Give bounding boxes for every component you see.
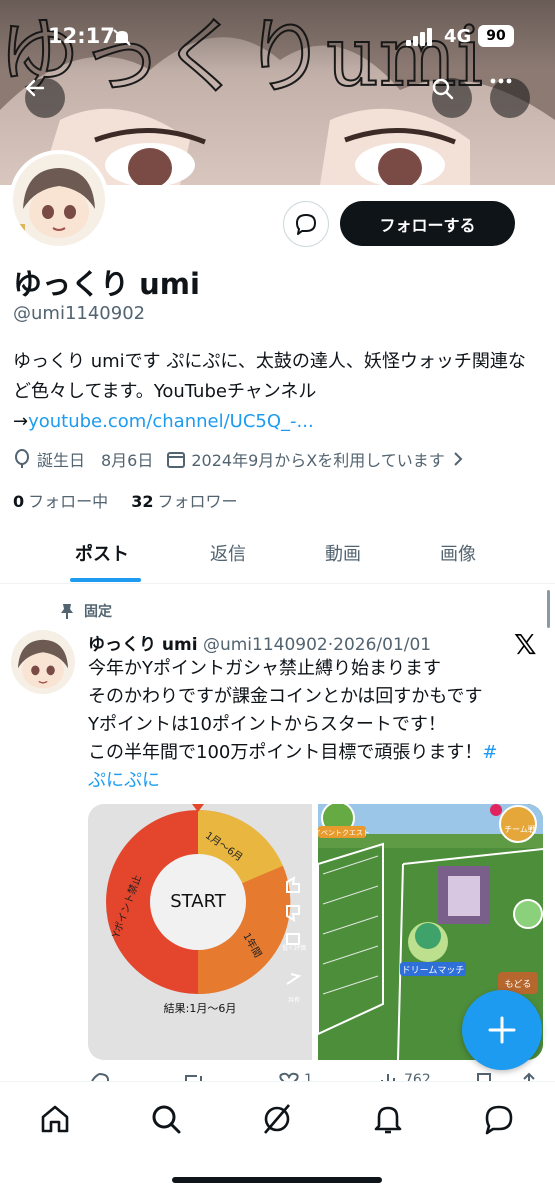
svg-text:結果:1月～6月: 結果:1月～6月 (164, 1001, 237, 1015)
post-header: ゆっくり umi @umi1140902·2026/01/01 (88, 630, 431, 655)
profile-meta: 誕生日 8月6日 2024年9月からXを利用しています (13, 447, 483, 471)
svg-text:共有: 共有 (288, 996, 300, 1004)
arrow-left-icon (25, 79, 45, 97)
nav-messages[interactable] (482, 1102, 516, 1136)
profile-handle: @umi1140902 (13, 303, 146, 324)
battery-indicator: 90 (478, 25, 514, 47)
follow-counts: 0 フォロー中 32 フォロワー (13, 488, 238, 512)
svg-text:もどる: もどる (505, 979, 532, 990)
home-indicator (172, 1177, 382, 1183)
followers-label: フォロワー (157, 492, 238, 511)
plus-icon (488, 1016, 516, 1044)
hashtag-link-start[interactable]: # (482, 742, 497, 763)
pin-icon (61, 604, 73, 619)
profile-bio: ゆっくり umiです ぷにぷに、太鼓の達人、妖怪ウォッチ関連など色々してます。Y… (13, 347, 543, 437)
following-link[interactable]: 0 フォロー中 (13, 492, 108, 511)
nav-notifications[interactable] (371, 1102, 405, 1136)
search-button[interactable] (432, 78, 472, 118)
follow-button[interactable]: フォローする (340, 201, 515, 246)
svg-text:イベントクエスト: イベントクエスト (318, 829, 370, 837)
compose-button[interactable] (462, 990, 542, 1070)
profile-avatar[interactable] (9, 150, 109, 250)
following-count: 0 (13, 492, 25, 511)
back-button[interactable] (25, 78, 65, 118)
tab-images[interactable]: 画像 (440, 540, 476, 566)
birthday-text: 誕生日 8月6日 (37, 451, 154, 470)
avatar-image (13, 154, 105, 246)
calendar-icon (167, 452, 186, 468)
nav-search[interactable] (149, 1102, 183, 1136)
chat-bubble-icon (296, 214, 316, 235)
tab-replies[interactable]: 返信 (210, 540, 246, 566)
post-line: この半年間で100万ポイント目標で頑張ります！ (88, 742, 483, 763)
search-icon (152, 1105, 181, 1134)
chat-bubble-icon (485, 1105, 513, 1135)
svg-text:チーム戦: チーム戦 (504, 824, 536, 834)
network-type: 4G (444, 26, 472, 47)
post-line: 今年かYポイントガシャ禁止縛り始まります (88, 658, 441, 679)
joined-text: 2024年9月からXを利用しています (191, 451, 445, 470)
joined-item[interactable]: 2024年9月からXを利用しています (167, 447, 468, 471)
roulette-wheel: 1月～6月 1年間 Yポイント禁止 START 結果:1月～6月 低く評価 共有 (106, 804, 306, 1015)
home-icon (41, 1105, 69, 1133)
pinned-label: 固定 (60, 601, 112, 621)
profile-name: ゆっくり umi (13, 267, 200, 301)
post-line: Yポイントは10ポイントからスタートです！ (88, 714, 446, 735)
balloon-icon (15, 449, 29, 468)
nav-home[interactable] (38, 1102, 72, 1136)
nav-grok[interactable] (260, 1102, 294, 1136)
active-tab-indicator (70, 578, 141, 582)
tab-videos[interactable]: 動画 (325, 540, 361, 566)
grok-icon (264, 1104, 290, 1134)
status-time: 12:17 (48, 24, 115, 48)
more-button[interactable] (490, 78, 530, 118)
media-roulette-image[interactable]: 1月～6月 1年間 Yポイント禁止 START 結果:1月～6月 低く評価 共有 (88, 804, 312, 1060)
followers-count: 32 (131, 492, 154, 511)
post-actions: 1 762 (88, 1068, 543, 1082)
post-text: 今年かYポイントガシャ禁止縛り始まります そのかわりですが課金コインとかは回すか… (88, 655, 543, 795)
post-author[interactable]: ゆっくり umi (88, 635, 198, 655)
following-label: フォロー中 (28, 492, 109, 511)
post-line: そのかわりですが課金コインとかは回すかもです (88, 686, 483, 707)
svg-text:低く評価: 低く評価 (282, 944, 306, 952)
svg-text:ドリームマッチ: ドリームマッチ (402, 965, 465, 976)
signal-icon (406, 28, 432, 46)
post-avatar[interactable] (11, 630, 75, 694)
birthday-item: 誕生日 8月6日 (13, 447, 153, 471)
post-handle-date: @umi1140902·2026/01/01 (202, 635, 432, 655)
bio-arrow: → (13, 411, 29, 432)
bio-text: ゆっくり umiです ぷにぷに、太鼓の達人、妖怪ウォッチ関連など色々してます。Y… (13, 351, 526, 402)
message-button[interactable] (283, 201, 329, 247)
silent-bell-icon (113, 29, 131, 46)
search-icon (432, 78, 454, 100)
bio-link[interactable]: youtube.com/channel/UC5Q_-... (28, 411, 314, 432)
bell-icon (374, 1106, 402, 1134)
svg-text:START: START (170, 891, 227, 912)
tab-posts[interactable]: ポスト (75, 540, 129, 566)
status-bar: 12:17 4G 90 (0, 0, 555, 70)
chevron-right-icon (454, 452, 463, 466)
more-dots-icon (490, 78, 512, 84)
hashtag-link[interactable]: ぷにぷに (88, 767, 543, 795)
post-avatar-image (11, 630, 75, 694)
scrollbar[interactable] (547, 590, 550, 628)
pinned-text: 固定 (84, 604, 112, 620)
profile-tabs: ポスト 返信 動画 画像 (0, 530, 555, 584)
followers-link[interactable]: 32 フォロワー (131, 492, 237, 511)
